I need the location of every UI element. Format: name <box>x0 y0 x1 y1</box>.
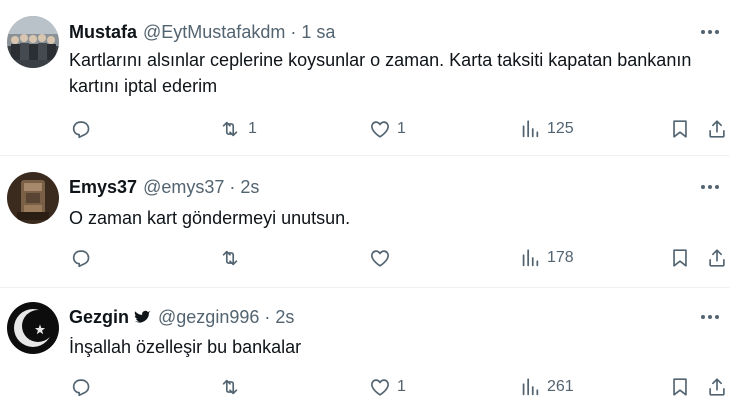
retweet-count: 1 <box>248 120 257 137</box>
views-button[interactable]: 178 <box>519 246 574 270</box>
retweet-icon <box>222 121 238 137</box>
tweet-header: Mustafa @EytMustafakdm · 1 sa <box>69 21 335 43</box>
divider <box>0 287 730 288</box>
avatar[interactable] <box>7 302 59 354</box>
tweet-header: Gezgin @gezgin996 · 2s <box>69 306 294 328</box>
reply-icon <box>72 379 90 397</box>
share-icon <box>709 378 725 396</box>
view-count: 125 <box>547 120 574 137</box>
verified-icon <box>134 308 152 326</box>
more-icon[interactable] <box>698 177 722 197</box>
view-count: 178 <box>547 249 574 266</box>
share-icon <box>709 120 725 138</box>
retweet-button[interactable] <box>218 246 248 270</box>
retweet-button[interactable]: 1 <box>218 117 257 141</box>
separator-dot: · <box>264 306 271 327</box>
bookmark-button[interactable] <box>669 375 691 399</box>
tweet-text: Kartlarını alsınlar ceplerine koysunlar … <box>69 50 692 96</box>
separator-dot: · <box>290 21 297 42</box>
tweet-actions: 178 <box>0 246 730 270</box>
bookmark-button[interactable] <box>669 246 691 270</box>
reply-feed: Mustafa @EytMustafakdm · 1 sa Kartlarını… <box>0 0 730 420</box>
views-icon <box>522 378 539 396</box>
reply-icon <box>72 250 90 268</box>
author-handle[interactable]: @emys37 <box>143 177 224 198</box>
bookmark-icon <box>673 378 687 396</box>
reply-button[interactable] <box>70 246 92 270</box>
author-handle[interactable]: @EytMustafakdm <box>143 22 285 43</box>
author-name[interactable]: Emys37 <box>69 177 137 198</box>
reply-icon <box>72 121 90 139</box>
tweet[interactable]: Mustafa @EytMustafakdm · 1 sa Kartlarını… <box>0 0 730 155</box>
author-name[interactable]: Gezgin <box>69 307 129 328</box>
share-button[interactable] <box>706 117 728 141</box>
like-count: 1 <box>397 120 406 137</box>
reply-button[interactable] <box>70 375 92 399</box>
retweet-icon <box>222 379 238 395</box>
heart-icon <box>371 121 389 138</box>
share-icon <box>709 249 725 267</box>
timestamp[interactable]: 2s <box>240 177 259 198</box>
views-button[interactable]: 125 <box>519 117 574 141</box>
tweet-text: İnşallah özelleşir bu bankalar <box>69 337 302 357</box>
divider <box>0 155 730 156</box>
view-count: 261 <box>547 378 574 395</box>
retweet-icon <box>222 250 238 266</box>
timestamp[interactable]: 1 sa <box>301 22 335 43</box>
more-icon[interactable] <box>698 307 722 327</box>
like-button[interactable]: 1 <box>369 117 406 141</box>
bookmark-icon <box>673 120 687 138</box>
bookmark-button[interactable] <box>669 117 691 141</box>
timestamp[interactable]: 2s <box>275 307 294 328</box>
tweet-actions: 1 1 125 <box>0 117 730 141</box>
author-name[interactable]: Mustafa <box>69 22 137 43</box>
like-button[interactable]: 1 <box>369 375 406 399</box>
avatar[interactable] <box>7 16 59 68</box>
views-icon <box>522 120 539 138</box>
views-icon <box>522 249 539 267</box>
separator-dot: · <box>229 176 236 197</box>
heart-icon <box>371 379 389 396</box>
author-handle[interactable]: @gezgin996 <box>158 307 259 328</box>
share-button[interactable] <box>706 375 728 399</box>
views-button[interactable]: 261 <box>519 375 574 399</box>
avatar[interactable] <box>7 172 59 224</box>
like-count: 1 <box>397 378 406 395</box>
tweet-header: Emys37 @emys37 · 2s <box>69 176 259 198</box>
heart-icon <box>371 250 389 267</box>
bookmark-icon <box>673 249 687 267</box>
reply-button[interactable] <box>70 117 92 141</box>
tweet-text: O zaman kart göndermeyi unutsun. <box>69 208 351 228</box>
like-button[interactable] <box>369 246 397 270</box>
share-button[interactable] <box>706 246 728 270</box>
more-icon[interactable] <box>698 22 722 42</box>
tweet-actions: 1 261 <box>0 375 730 399</box>
retweet-button[interactable] <box>218 375 248 399</box>
